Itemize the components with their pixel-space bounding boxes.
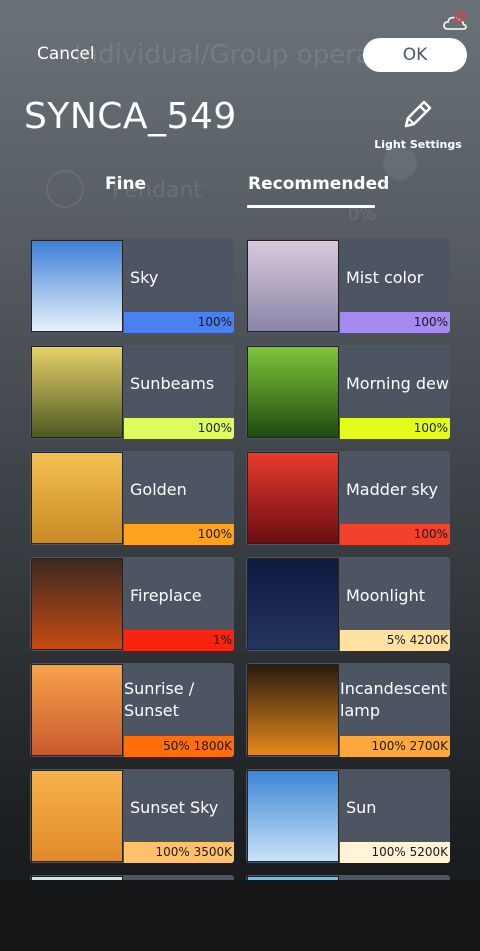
scene-thumbnail bbox=[247, 770, 339, 862]
scene-name: Sunrise / Sunset bbox=[124, 679, 195, 720]
scene-thumbnail bbox=[247, 558, 339, 650]
scene-level-bar: 100% bbox=[340, 524, 450, 545]
scene-thumbnail bbox=[247, 452, 339, 544]
background-bulb-icon bbox=[46, 170, 84, 208]
scene-thumbnail bbox=[31, 452, 123, 544]
scene-status: 100% bbox=[413, 315, 448, 329]
scene-status: 5% 4200K bbox=[386, 633, 448, 647]
scene-card[interactable]: Mist color 100% bbox=[246, 239, 450, 333]
cancel-button[interactable]: Cancel bbox=[37, 44, 95, 64]
scene-level-bar: 100% 5200K bbox=[340, 842, 450, 863]
scene-level-bar: 100% 2700K bbox=[340, 736, 450, 757]
scene-picker-screen: Individual/Group opera Pendant 0% Cancel… bbox=[0, 0, 480, 951]
scene-name: Sun bbox=[346, 798, 377, 817]
scene-level-bar: 100% 3500K bbox=[124, 842, 234, 863]
scene-grid: Sky 100% Mist color 100% Sunbeams 100% Morning… bbox=[30, 239, 450, 901]
active-tab-indicator bbox=[247, 205, 375, 208]
device-name: SYNCA_549 bbox=[24, 96, 237, 137]
scene-thumbnail bbox=[31, 346, 123, 438]
scene-thumbnail bbox=[31, 240, 123, 332]
bottom-fade bbox=[0, 880, 480, 951]
scene-level-bar: 5% 4200K bbox=[340, 630, 450, 651]
scene-status: 1% bbox=[212, 633, 232, 647]
tab-recommended[interactable]: Recommended bbox=[248, 174, 389, 194]
scene-level-bar: 100% bbox=[124, 418, 234, 439]
scene-name: Madder sky bbox=[346, 480, 438, 499]
scene-name: Sunbeams bbox=[130, 374, 215, 393]
scene-name: Moonlight bbox=[346, 586, 425, 605]
scene-card[interactable]: Sunset Sky 100% 3500K bbox=[30, 769, 234, 863]
scene-name: Fireplace bbox=[130, 586, 202, 605]
scene-level-bar: 1% bbox=[124, 630, 234, 651]
scene-card[interactable]: Sky 100% bbox=[30, 239, 234, 333]
background-title-ghost: Individual/Group opera bbox=[74, 40, 372, 70]
scene-status: 100% 3500K bbox=[155, 845, 232, 859]
scene-status: 100% bbox=[197, 421, 232, 435]
scene-status: 100% bbox=[413, 527, 448, 541]
cloud-alert-icon[interactable] bbox=[443, 10, 469, 34]
scene-level-bar: 100% bbox=[340, 418, 450, 439]
scene-status: 100% bbox=[413, 421, 448, 435]
scene-name: Mist color bbox=[346, 268, 424, 287]
tab-fine[interactable]: Fine bbox=[105, 174, 146, 194]
scene-status: 50% 1800K bbox=[163, 739, 232, 753]
scene-card[interactable]: Moonlight 5% 4200K bbox=[246, 557, 450, 651]
scene-thumbnail bbox=[247, 346, 339, 438]
scene-level-bar: 100% bbox=[340, 312, 450, 333]
pencil-icon bbox=[404, 100, 432, 128]
scene-name: Golden bbox=[130, 480, 187, 499]
scene-card[interactable]: Sunbeams 100% bbox=[30, 345, 234, 439]
scene-card[interactable]: Morning dew 100% bbox=[246, 345, 450, 439]
scene-thumbnail bbox=[31, 770, 123, 862]
scene-card[interactable]: Golden 100% bbox=[30, 451, 234, 545]
scene-status: 100% bbox=[197, 527, 232, 541]
scene-thumbnail bbox=[247, 240, 339, 332]
scene-status: 100% 5200K bbox=[371, 845, 448, 859]
light-settings-label: Light Settings bbox=[374, 138, 462, 151]
scene-thumbnail bbox=[31, 664, 123, 756]
scene-name: Sunset Sky bbox=[130, 798, 219, 817]
scene-card[interactable]: Madder sky 100% bbox=[246, 451, 450, 545]
scene-thumbnail bbox=[247, 664, 339, 756]
scene-status: 100% 2700K bbox=[371, 739, 448, 753]
scene-name: Morning dew bbox=[346, 374, 449, 393]
scene-level-bar: 100% bbox=[124, 524, 234, 545]
scene-thumbnail bbox=[31, 558, 123, 650]
scene-level-bar: 100% bbox=[124, 312, 234, 333]
scene-card[interactable]: Sunrise / Sunset 50% 1800K bbox=[30, 663, 234, 757]
scene-card[interactable]: Incandescent lamp 100% 2700K bbox=[246, 663, 450, 757]
scene-card[interactable]: Fireplace 1% bbox=[30, 557, 234, 651]
scene-card[interactable]: Sun 100% 5200K bbox=[246, 769, 450, 863]
scene-name: Incandescent lamp bbox=[340, 679, 447, 720]
light-settings-button[interactable]: Light Settings bbox=[374, 96, 462, 151]
ok-button[interactable]: OK bbox=[363, 38, 467, 72]
scene-status: 100% bbox=[197, 315, 232, 329]
scene-level-bar: 50% 1800K bbox=[124, 736, 234, 757]
scene-name: Sky bbox=[130, 268, 159, 287]
